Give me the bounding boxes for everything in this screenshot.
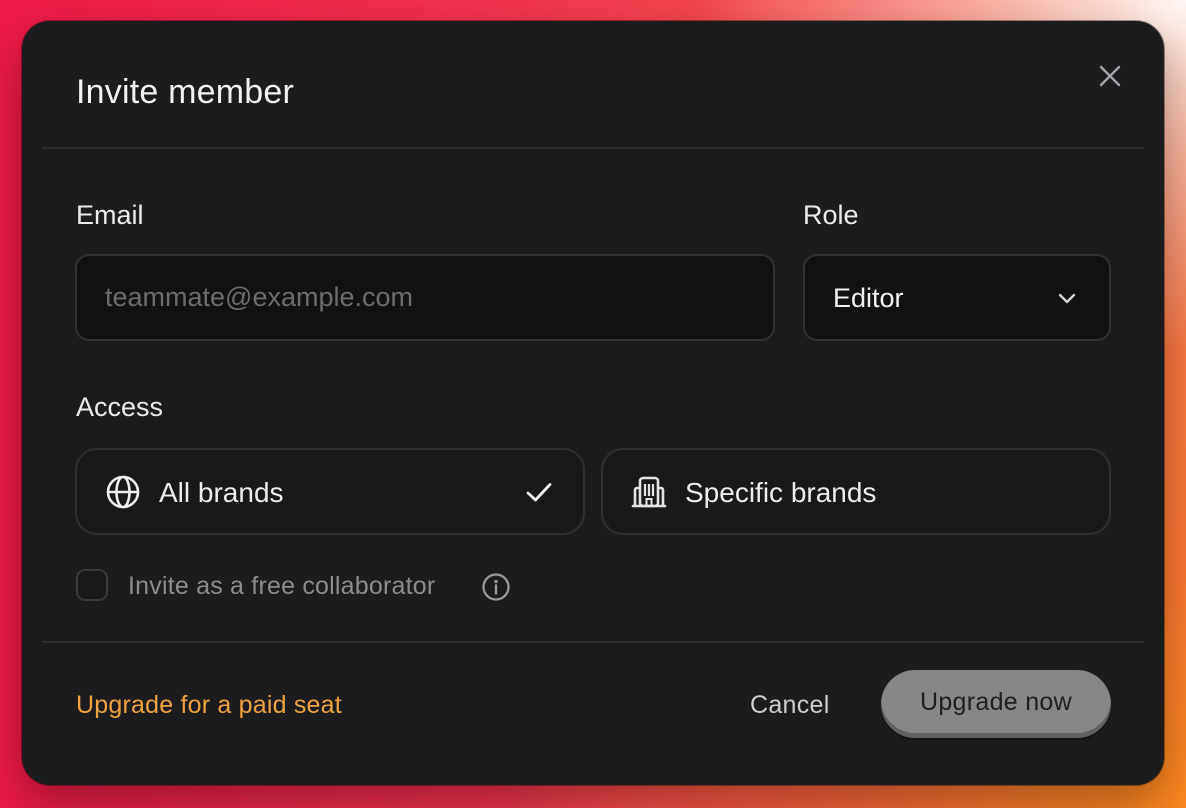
role-select[interactable]: Editor [803, 254, 1111, 341]
close-button[interactable] [1095, 61, 1125, 91]
role-label: Role [803, 200, 859, 230]
dialog-title: Invite member [76, 73, 295, 111]
access-option-label: All brands [159, 477, 284, 508]
upgrade-paid-seat-link[interactable]: Upgrade for a paid seat [76, 691, 342, 720]
building-icon [631, 476, 667, 508]
email-field-wrapper [75, 254, 775, 341]
access-label: Access [76, 392, 164, 422]
free-collaborator-checkbox[interactable] [76, 569, 108, 601]
free-collaborator-label: Invite as a free collaborator [128, 572, 436, 600]
access-option-specific-brands[interactable]: Specific brands [601, 448, 1111, 535]
invite-member-dialog: Invite member Email Role Editor Access A… [22, 21, 1164, 785]
chevron-down-icon [1058, 293, 1076, 304]
footer-divider [42, 641, 1144, 643]
email-label: Email [76, 200, 144, 230]
access-option-label: Specific brands [685, 477, 877, 508]
upgrade-now-button[interactable]: Upgrade now [881, 670, 1111, 738]
check-icon [526, 483, 552, 502]
info-icon[interactable] [481, 572, 511, 602]
globe-icon [106, 475, 140, 509]
header-divider [42, 147, 1144, 149]
close-icon [1099, 65, 1121, 87]
email-field[interactable] [77, 256, 773, 339]
role-select-value: Editor [833, 283, 904, 313]
access-option-all-brands[interactable]: All brands [75, 448, 585, 535]
cancel-button[interactable]: Cancel [750, 691, 830, 720]
